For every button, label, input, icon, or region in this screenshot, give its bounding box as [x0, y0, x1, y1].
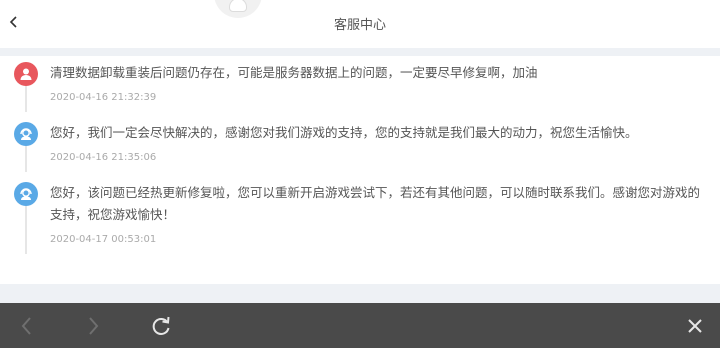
message-timestamp: 2020-04-16 21:32:39	[50, 92, 157, 103]
arrow-left-icon	[21, 317, 31, 335]
browser-toolbar	[0, 303, 720, 348]
service-agent-icon	[14, 122, 38, 146]
message-item: 您好，该问题已经热更新修复啦，您可以重新开启游戏尝试下，若还有其他问题，可以随时…	[0, 182, 720, 254]
timeline-divider	[25, 146, 27, 172]
message-text: 您好，该问题已经热更新修复啦，您可以重新开启游戏尝试下，若还有其他问题，可以随时…	[50, 185, 701, 222]
message-item: 您好，我们一定会尽快解决的，感谢您对我们游戏的支持，您的支持就是我们最大的动力，…	[0, 122, 720, 172]
timeline-divider	[25, 206, 27, 254]
user-avatar-icon	[14, 62, 38, 86]
header-bar: 客服中心	[0, 0, 720, 48]
refresh-icon	[152, 316, 170, 335]
close-button[interactable]	[682, 313, 708, 339]
message-timestamp: 2020-04-16 21:35:06	[50, 152, 157, 163]
nav-back-button[interactable]	[14, 313, 40, 339]
page-title: 客服中心	[333, 18, 386, 33]
message-text: 清理数据卸载重装后问题仍存在，可能是服务器数据上的问题，一定要尽早修复啊，加油	[50, 65, 538, 80]
message-timestamp: 2020-04-17 00:53:01	[50, 234, 157, 245]
timeline-divider	[25, 86, 27, 112]
message-list: 清理数据卸载重装后问题仍存在，可能是服务器数据上的问题，一定要尽早修复啊，加油 …	[0, 56, 720, 284]
message-item: 清理数据卸载重装后问题仍存在，可能是服务器数据上的问题，一定要尽早修复啊，加油 …	[0, 62, 720, 112]
refresh-button[interactable]	[148, 313, 174, 339]
message-text: 您好，我们一定会尽快解决的，感谢您对我们游戏的支持，您的支持就是我们最大的动力，…	[50, 125, 638, 140]
customer-service-page: 客服中心 清理数据卸载重装后问题仍存在，可能是服务器数据上的问题，一定要尽早修复…	[0, 0, 720, 348]
close-icon	[688, 319, 702, 333]
nav-forward-button[interactable]	[80, 313, 106, 339]
arrow-right-icon	[89, 317, 99, 335]
service-agent-icon	[14, 182, 38, 206]
